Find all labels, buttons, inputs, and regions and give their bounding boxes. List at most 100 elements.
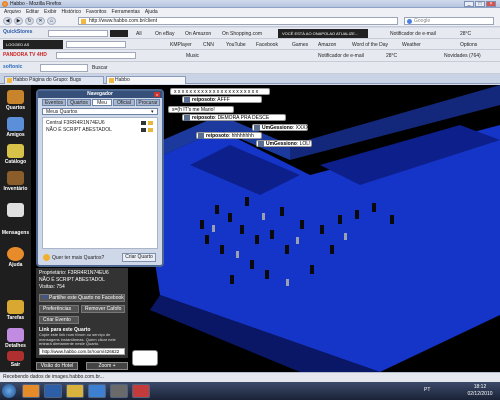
start-button[interactable] (2, 384, 16, 398)
sidebar-label-friends: Amigos (6, 132, 25, 138)
toolbar-brand[interactable]: LOGGED AS (3, 40, 63, 49)
tab-habbo-group-bugs[interactable]: Habbo Página do Grupo: Bugs (4, 76, 104, 84)
ie-task-icon[interactable] (44, 384, 62, 398)
remove-room-button[interactable]: Remover Cafofo (81, 305, 125, 313)
quickstores-logo[interactable]: QuickStores (3, 29, 32, 35)
softonic-search-button[interactable]: Buscar (92, 65, 108, 71)
chat-bubble[interactable]: reiposoto: AFFF (182, 96, 262, 103)
room-enter-icon[interactable] (148, 128, 153, 132)
tab-meu[interactable]: Meu (92, 99, 112, 106)
exit-icon[interactable] (7, 351, 24, 361)
tab-quartos[interactable]: Quartos (67, 99, 91, 106)
chat-bubble[interactable]: s=(h IT's me Mario! (168, 106, 234, 113)
window-title: Habbo - Mozilla Firefox (10, 1, 62, 7)
quickstores-search-button[interactable] (110, 30, 128, 37)
close-button[interactable]: × (486, 1, 496, 7)
navigator-close-button[interactable]: x (154, 92, 160, 97)
softonic-search-input[interactable] (40, 64, 88, 72)
filter-all[interactable]: All (136, 31, 142, 37)
chat-input-bubble[interactable] (132, 350, 158, 366)
friends-icon[interactable] (7, 117, 24, 131)
room-info-panel: Proprietário: F3RR4R1N74EU6 NÃO É SCRIPT… (36, 268, 128, 358)
back-button[interactable]: ◀ (3, 17, 12, 25)
weather-temp[interactable]: 28°C (460, 31, 471, 37)
chat-text: x x x x x x x x x x x x x x x x x x x x … (174, 89, 259, 95)
news-count[interactable]: Novidades (764) (444, 53, 481, 59)
tab-favicon (109, 78, 114, 83)
rooms-icon[interactable] (7, 90, 24, 104)
link-kmplayer[interactable]: KMPlayer (170, 42, 192, 48)
softonic-logo[interactable]: softonic (3, 64, 22, 70)
link-cnn[interactable]: CNN (203, 42, 214, 48)
folder-task-icon[interactable] (66, 384, 84, 398)
link-facebook[interactable]: Facebook (256, 42, 278, 48)
address-bar[interactable]: http://www.habbo.com.br/client (78, 17, 398, 25)
pandora-search-input[interactable] (56, 52, 136, 59)
reload-button[interactable]: ↻ (25, 17, 34, 25)
catalog-icon[interactable] (7, 144, 24, 158)
options-menu[interactable]: Options (460, 42, 477, 48)
link-word-of-day[interactable]: Word of the Day (352, 42, 388, 48)
chat-bubble[interactable]: UmGessiono: XXXXX (252, 124, 312, 131)
pandora-logo[interactable]: PANDORA TV 4HD (3, 52, 47, 58)
details-icon[interactable] (7, 328, 24, 342)
forward-button[interactable]: ▶ (14, 17, 23, 25)
toolbar2-search-input[interactable] (66, 41, 126, 48)
room-list: Central F3RR4R1N74EU6 NÃO É SCRIPT ABEST… (42, 117, 158, 249)
link-youtube[interactable]: YouTube (226, 42, 246, 48)
navigator-title[interactable]: Navegador (38, 91, 162, 98)
create-room-button[interactable]: Criar Quarto (122, 253, 156, 262)
firefox-task-icon[interactable] (22, 384, 40, 398)
search-box[interactable]: Google (404, 17, 494, 25)
room-category-select[interactable]: Meus Quartos ▾ (42, 108, 158, 115)
system-clock[interactable]: 18:12 02/12/2010 (462, 384, 498, 398)
link-games[interactable]: Games (292, 42, 308, 48)
windows-taskbar: PT 18:12 02/12/2010 (0, 382, 500, 400)
chat-user: UmGessiono (266, 141, 297, 147)
link-weather[interactable]: Weather (402, 42, 421, 48)
mail-notifier[interactable]: Notificador de e-mail (390, 31, 436, 37)
room-list-item[interactable]: NÃO É SCRIPT ABESTADOL (43, 127, 157, 133)
user-avatar (184, 115, 190, 121)
link-amazon[interactable]: Amazon (318, 42, 336, 48)
app-task-icon[interactable] (110, 384, 128, 398)
stop-button[interactable]: ✕ (36, 17, 45, 25)
filter-shopping[interactable]: On Shopping.com (222, 31, 262, 37)
room-enter-icon[interactable] (148, 121, 153, 125)
chat-bubble[interactable]: reiposoto: hhhhhhhh (196, 132, 262, 139)
filter-amazon[interactable]: On Amazon (185, 31, 211, 37)
chat-bubble[interactable]: reiposoto: DEMORA PRA DESCE (182, 114, 286, 121)
hotel-view-button[interactable]: Visão do Hotel (36, 362, 78, 370)
weather-temp-2[interactable]: 28°C (386, 53, 397, 59)
minimize-button[interactable]: _ (464, 1, 474, 7)
sidebar-label-messages: Mensagens (1, 230, 30, 236)
tab-eventos[interactable]: Eventos (42, 99, 66, 106)
create-event-button[interactable]: Criar Evento (39, 316, 79, 324)
home-button[interactable]: ⌂ (47, 17, 56, 25)
messages-icon[interactable] (7, 203, 24, 217)
tab-oficial[interactable]: Oficial (113, 99, 135, 106)
quickstores-input[interactable] (48, 30, 108, 37)
filter-ebay[interactable]: On eBay (155, 31, 174, 37)
inventory-icon[interactable] (7, 171, 24, 185)
media-task-icon[interactable] (88, 384, 106, 398)
app-task-icon-2[interactable] (132, 384, 150, 398)
language-indicator[interactable]: PT (424, 387, 430, 393)
tasks-icon[interactable] (7, 300, 24, 314)
maximize-button[interactable]: □ (475, 1, 485, 7)
preferences-button[interactable]: Preferências (39, 305, 79, 313)
help-icon[interactable] (7, 247, 24, 261)
link-music[interactable]: Music (186, 53, 199, 59)
chat-bubble[interactable]: x x x x x x x x x x x x x x x x x x x x … (170, 88, 270, 95)
room-link-field[interactable]: http://www.habbo.com.br/room/426622 (39, 348, 125, 355)
share-facebook-button[interactable]: Partilhe este Quarto no Facebook (39, 294, 125, 302)
chat-text: XXXXX (295, 125, 313, 131)
tab-procurar[interactable]: Procurar (136, 99, 160, 106)
room-list-item[interactable]: Central F3RR4R1N74EU6 (43, 120, 157, 126)
news-ticker[interactable]: VOCÊ ESTÁ AO ONAPOLAO ATUALIZE... (278, 29, 368, 38)
zoom-button[interactable]: Zoom + (86, 362, 128, 370)
mail-notifier-2[interactable]: Notificador de e-mail (318, 53, 364, 59)
tab-habbo[interactable]: Habbo (106, 76, 186, 84)
more-rooms-link[interactable]: Quer ter mais Quartos? (42, 254, 116, 262)
chat-bubble[interactable]: UmGessiono: LOL! (256, 140, 312, 147)
